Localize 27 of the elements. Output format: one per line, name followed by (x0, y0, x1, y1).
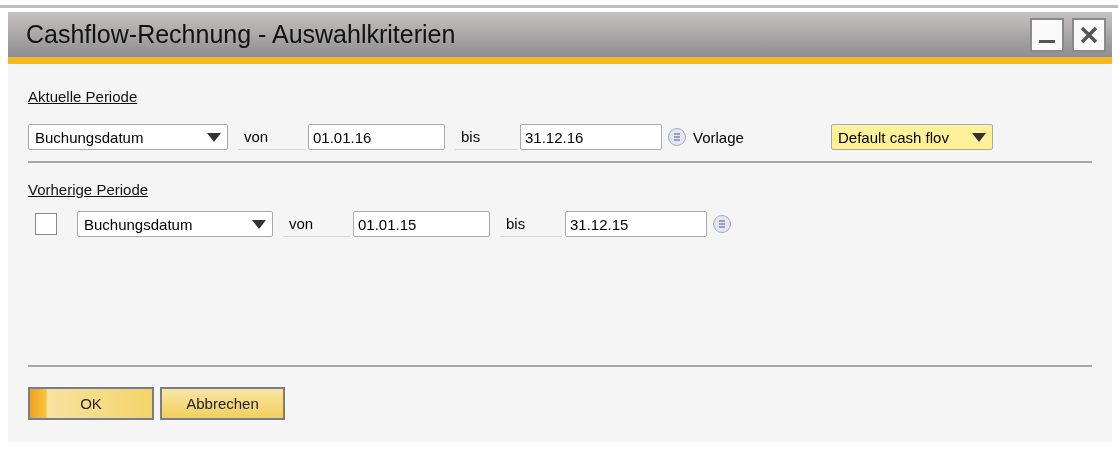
checkbox[interactable] (35, 213, 57, 235)
close-button[interactable] (1072, 17, 1106, 52)
caret-icon (207, 132, 221, 142)
close-icon (1079, 24, 1099, 45)
caret-icon (252, 219, 266, 229)
list-icon[interactable] (667, 127, 687, 147)
date-field[interactable]: 01.01.15 (353, 211, 490, 237)
window-title: Cashflow-Rechnung - Auswahlkriterien (26, 20, 457, 49)
minimize-icon (1039, 40, 1055, 43)
section-label: Aktuelle Periode (28, 88, 138, 105)
field-label: bis (500, 211, 562, 237)
field-label: von (238, 124, 305, 150)
date-type-dropdown[interactable]: Buchungsdatum (77, 211, 273, 237)
date-field[interactable]: 01.01.16 (308, 124, 445, 150)
date-type-dropdown[interactable]: Buchungsdatum (28, 124, 228, 150)
minimize-button[interactable] (1030, 17, 1064, 52)
ok-button[interactable]: OK (28, 387, 154, 420)
field-label: von (283, 211, 350, 237)
template-dropdown[interactable]: Default cash flov (831, 124, 993, 150)
section-label: Vorherige Periode (28, 181, 149, 198)
list-icon[interactable] (712, 214, 732, 234)
field-label: Vorlage (693, 128, 745, 146)
date-field[interactable]: 31.12.16 (520, 124, 662, 150)
caret-icon (972, 132, 986, 142)
cancel-button[interactable]: Abbrechen (160, 387, 285, 420)
field-label: bis (455, 124, 517, 150)
date-field[interactable]: 31.12.15 (565, 211, 707, 237)
